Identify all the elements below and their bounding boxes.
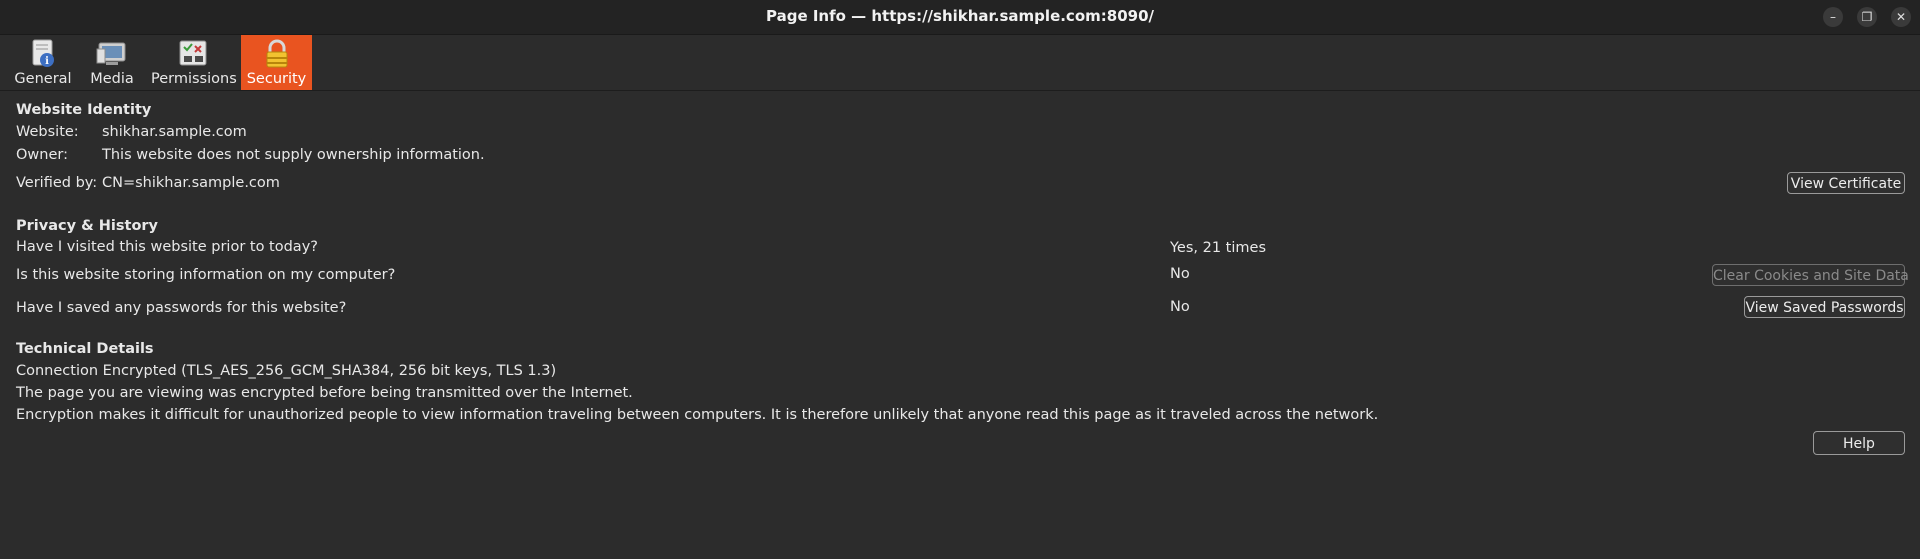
website-label: Website:	[16, 124, 79, 140]
visited-answer: Yes, 21 times	[1170, 240, 1266, 256]
media-icon	[96, 42, 126, 65]
storing-question: Is this website storing information on m…	[16, 267, 396, 283]
connection-encrypted-text: Connection Encrypted (TLS_AES_256_GCM_SH…	[16, 363, 557, 379]
document-info-icon: i	[32, 39, 54, 67]
website-value: shikhar.sample.com	[102, 124, 247, 140]
tab-label: General	[14, 71, 72, 87]
svg-text:i: i	[45, 56, 49, 67]
permissions-icon	[179, 40, 207, 66]
window-titlebar: Page Info — https://shikhar.sample.com:8…	[0, 0, 1920, 35]
tab-label: Security	[246, 71, 307, 87]
help-button[interactable]: Help	[1813, 431, 1905, 455]
tab-label: Media	[90, 71, 134, 87]
tab-general[interactable]: i General	[14, 35, 72, 90]
storing-answer: No	[1170, 266, 1190, 282]
lock-icon	[266, 39, 287, 68]
owner-label: Owner:	[16, 147, 68, 163]
website-identity-heading: Website Identity	[16, 102, 152, 118]
tab-security[interactable]: Security	[241, 35, 312, 90]
tab-toolbar: i General Media Permissions Security	[0, 35, 1920, 91]
view-saved-passwords-button[interactable]: View Saved Passwords	[1744, 296, 1905, 318]
passwords-question: Have I saved any passwords for this webs…	[16, 300, 347, 316]
view-certificate-button[interactable]: View Certificate	[1787, 172, 1905, 194]
passwords-answer: No	[1170, 299, 1190, 315]
clear-cookies-button[interactable]: Clear Cookies and Site Data	[1712, 264, 1909, 286]
visited-question: Have I visited this website prior to tod…	[16, 239, 318, 255]
owner-value: This website does not supply ownership i…	[102, 147, 485, 163]
tab-label: Permissions	[151, 71, 237, 87]
encryption-explanation-text: Encryption makes it difficult for unauth…	[16, 407, 1379, 423]
minimize-icon[interactable]: –	[1823, 7, 1843, 27]
privacy-history-heading: Privacy & History	[16, 218, 159, 234]
tab-media[interactable]: Media	[88, 35, 136, 90]
verified-by-label: Verified by:	[16, 175, 98, 191]
encryption-note-text: The page you are viewing was encrypted b…	[16, 385, 633, 401]
tab-permissions[interactable]: Permissions	[151, 35, 237, 90]
restore-icon[interactable]: ❐	[1857, 7, 1877, 27]
close-icon[interactable]: ✕	[1891, 7, 1911, 27]
verified-by-value: CN=shikhar.sample.com	[102, 175, 280, 191]
window-title: Page Info — https://shikhar.sample.com:8…	[766, 7, 1154, 25]
technical-details-heading: Technical Details	[16, 341, 154, 357]
